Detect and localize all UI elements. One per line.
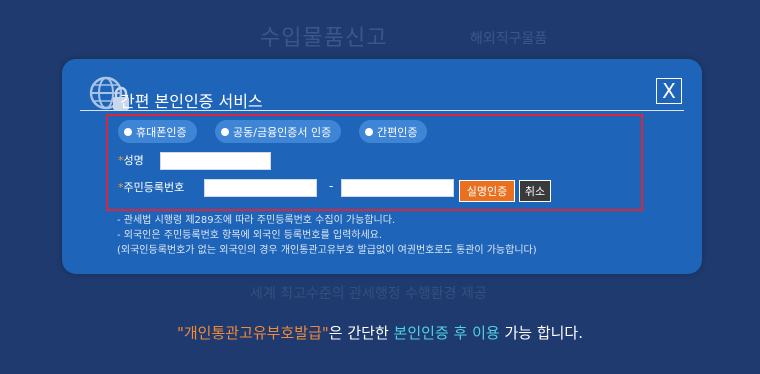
method-label: 간편인증	[377, 125, 418, 139]
radio-dot-icon	[221, 127, 229, 136]
radio-dot-icon	[124, 127, 132, 136]
rrn-label: *주민등록번호	[118, 179, 184, 195]
name-label: *성명	[118, 152, 144, 168]
bottom-message-highlight: "개인통관고유부호발급"	[176, 324, 329, 342]
rrn-label-text: 주민등록번호	[123, 181, 185, 194]
note-line: - 외국인은 주민등록번호 항목에 외국인 등록번호를 입력하세요.	[117, 230, 383, 241]
title-divider	[80, 110, 684, 111]
background-tagline: 세계 최고수준의 관세행정 수행환경 제공	[250, 286, 487, 302]
bottom-message-text: 은 간단한	[328, 324, 394, 342]
bottom-message-text: 가능 합니다.	[499, 324, 583, 342]
modal-title: 간편 본인인증 서비스	[120, 92, 263, 111]
rrn-front-input[interactable]	[204, 179, 317, 197]
background-title-suffix: 해외직구물품	[470, 31, 548, 47]
method-label: 휴대폰인증	[136, 125, 187, 139]
method-label: 공동/금융인증서 인증	[233, 125, 332, 139]
method-simple-auth-radio[interactable]: 간편인증	[359, 120, 428, 143]
method-mobile-radio[interactable]: 휴대폰인증	[118, 120, 197, 143]
rrn-back-input[interactable]	[341, 179, 454, 197]
method-certificate-radio[interactable]: 공동/금융인증서 인증	[215, 120, 342, 143]
identity-verification-modal: 간편 본인인증 서비스 X 휴대폰인증 공동/금융인증서 인증 간편인증 *성명…	[62, 59, 702, 274]
bottom-message: "개인통관고유부호발급"은 간단한 본인인증 후 이용 가능 합니다.	[0, 322, 760, 343]
rrn-separator: -	[329, 179, 334, 193]
notes: - 관세법 시행령 제289조에 따라 주민등록번호 수집이 가능합니다. - …	[117, 213, 537, 258]
note-line: - 관세법 시행령 제289조에 따라 주민등록번호 수집이 가능합니다.	[117, 215, 396, 226]
radio-dot-icon	[365, 127, 373, 136]
verify-real-name-button[interactable]: 실명인증	[459, 180, 515, 202]
background-title: 수입물품신고	[260, 26, 388, 51]
name-label-text: 성명	[123, 154, 144, 167]
name-input[interactable]	[160, 152, 271, 170]
cancel-button[interactable]: 취소	[519, 180, 551, 202]
note-line: (외국인등록번호가 없는 외국인의 경우 개인통관고유부호 발급없이 여권번호로…	[117, 245, 537, 256]
bottom-message-emphasis: 본인인증 후 이용	[393, 324, 500, 342]
close-button[interactable]: X	[656, 78, 682, 104]
